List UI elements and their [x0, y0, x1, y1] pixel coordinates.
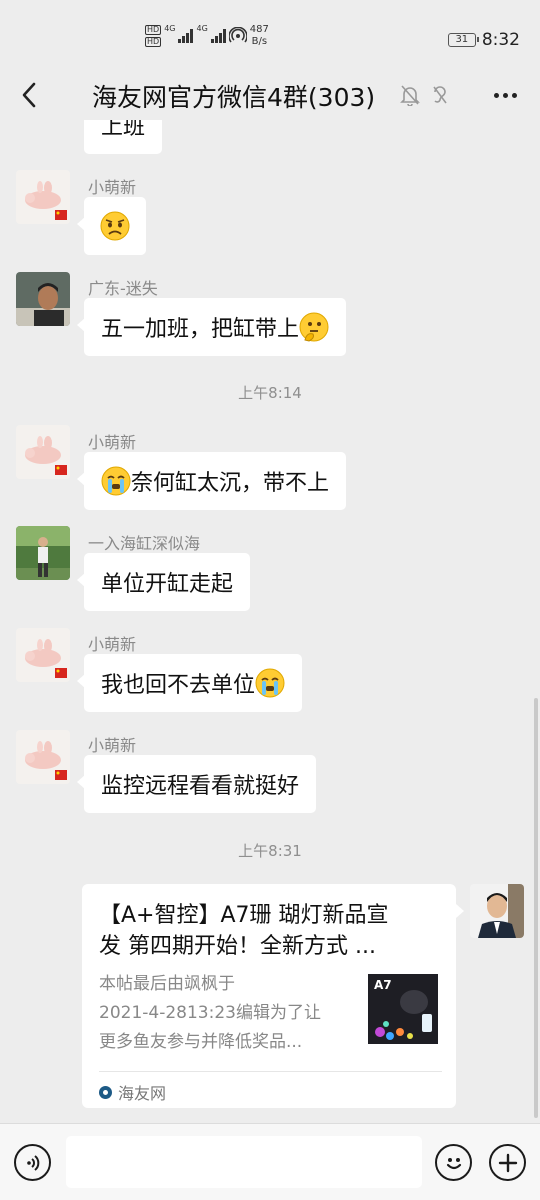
input-bar [0, 1123, 540, 1200]
person-avatar-icon [16, 526, 70, 580]
avatar[interactable] [16, 730, 70, 784]
voice-button[interactable] [14, 1144, 51, 1181]
message-bubble[interactable]: 单位开缸走起 [76, 553, 251, 611]
worried-face-emoji-icon [100, 211, 130, 241]
hd-badge: HD [145, 25, 162, 35]
network-indicators: HD HD 4G 4G 487 B/s [145, 24, 269, 48]
link-card-source: 海友网 [99, 1080, 166, 1104]
avatar[interactable] [16, 170, 70, 224]
avatar[interactable] [16, 272, 70, 326]
scrollbar[interactable] [534, 698, 538, 1118]
signal-icon [210, 29, 226, 43]
network-type: 4G [196, 24, 208, 33]
avatar[interactable] [16, 425, 70, 479]
source-name: 海友网 [118, 1084, 167, 1103]
clock: 8:32 [481, 30, 520, 50]
man-suit-avatar-icon [470, 884, 524, 938]
coral-light-product-icon [375, 990, 432, 1040]
timestamp: 上午8:31 [238, 842, 302, 860]
ear-icon [433, 86, 447, 104]
message-text: 单位开缸走起 [101, 572, 234, 597]
link-card-thumbnail: A7 [368, 974, 438, 1044]
back-button[interactable] [14, 80, 44, 110]
sender-name: 广东-迷失 [88, 279, 158, 298]
my-avatar[interactable] [470, 884, 524, 938]
hotspot-icon [228, 26, 248, 46]
header-status-icons [400, 84, 448, 106]
sender-name: 一入海缸深似海 [88, 534, 201, 553]
link-card-description: 本帖最后由飒枫于 2021-4-2813:23编辑为了让 更多鱼友参与并降低奖品… [99, 970, 364, 1057]
crying-face-emoji-icon [255, 668, 285, 698]
battery-level: 31 [455, 34, 469, 45]
avatar[interactable] [16, 628, 70, 682]
message-bubble[interactable]: 五一加班，把缸带上 [76, 298, 347, 356]
sender-name: 小萌新 [88, 635, 137, 654]
link-card-title-line: 【A+智控】A7珊 瑚灯新品宣 [99, 903, 389, 928]
message-text: 上班 [101, 120, 146, 140]
status-right: 31 8:32 [447, 30, 520, 50]
signal-icon [178, 29, 194, 43]
battery-icon: 31 [447, 33, 479, 47]
link-card-message[interactable]: 【A+智控】A7珊 瑚灯新品宣 发 第四期开始！全新方式 ... 本帖最后由飒枫… [82, 884, 464, 1108]
smile-icon [446, 1157, 461, 1169]
message-bubble[interactable]: 奈何缸太沉，带不上 [76, 452, 347, 510]
message-text: 奈何缸太沉，带不上 [131, 471, 330, 496]
man-avatar-icon [16, 272, 70, 326]
message-bubble[interactable]: 我也回不去单位 [76, 654, 303, 712]
pig-avatar-icon [16, 628, 70, 682]
message-list[interactable]: 上班 小萌新 广东-迷失 五一加班，把缸带上 上午8:14 小萌新 奈何缸太沉，… [0, 120, 540, 1123]
link-card-title-line: 发 第四期开始！全新方式 ... [99, 934, 376, 959]
pig-avatar-icon [16, 170, 70, 224]
chat-title: 海友网官方微信4群(303) [92, 83, 376, 112]
link-card-desc-line: 本帖最后由飒枫于 [99, 974, 235, 994]
message-bubble[interactable]: 上班 [84, 120, 163, 154]
status-bar: HD HD 4G 4G 487 B/s 31 8:32 [0, 0, 540, 70]
source-logo-icon [99, 1085, 112, 1099]
chat-header: 海友网官方微信4群(303) [0, 70, 540, 120]
avatar[interactable] [16, 526, 70, 580]
sender-name: 小萌新 [88, 736, 137, 755]
plus-icon [498, 1153, 517, 1172]
mute-bell-icon [400, 85, 420, 106]
sender-name: 小萌新 [88, 433, 137, 452]
message-bubble[interactable] [77, 197, 146, 255]
link-card-desc-line: 更多鱼友参与并降低奖品... [99, 1032, 303, 1052]
divider [99, 1071, 442, 1072]
more-options-button[interactable] [490, 82, 520, 108]
speed-unit: B/s [251, 36, 268, 47]
timestamp: 上午8:14 [238, 384, 302, 402]
voice-icon [26, 1154, 39, 1171]
pig-avatar-icon [16, 425, 70, 479]
sender-name: 小萌新 [88, 178, 137, 197]
link-card-title: 【A+智控】A7珊 瑚灯新品宣 发 第四期开始！全新方式 ... [99, 900, 429, 962]
chevron-left-icon [22, 82, 36, 108]
hd-badge: HD [145, 37, 162, 47]
message-input[interactable] [66, 1136, 422, 1188]
more-functions-button[interactable] [489, 1144, 526, 1181]
network-type: 4G [164, 24, 176, 33]
message-text: 五一加班，把缸带上 [101, 317, 300, 342]
network-speed: 487 B/s [250, 24, 269, 48]
link-card-desc-line: 2021-4-2813:23编辑为了让 [99, 1003, 321, 1023]
message-text: 我也回不去单位 [101, 673, 256, 698]
message-bubble[interactable]: 监控远程看看就挺好 [76, 755, 317, 813]
pig-avatar-icon [16, 730, 70, 784]
emoji-button[interactable] [435, 1144, 472, 1181]
crying-face-emoji-icon [101, 466, 131, 496]
speed-value: 487 [249, 24, 269, 35]
thinking-face-emoji-icon [299, 312, 329, 342]
message-text: 监控远程看看就挺好 [101, 774, 300, 799]
